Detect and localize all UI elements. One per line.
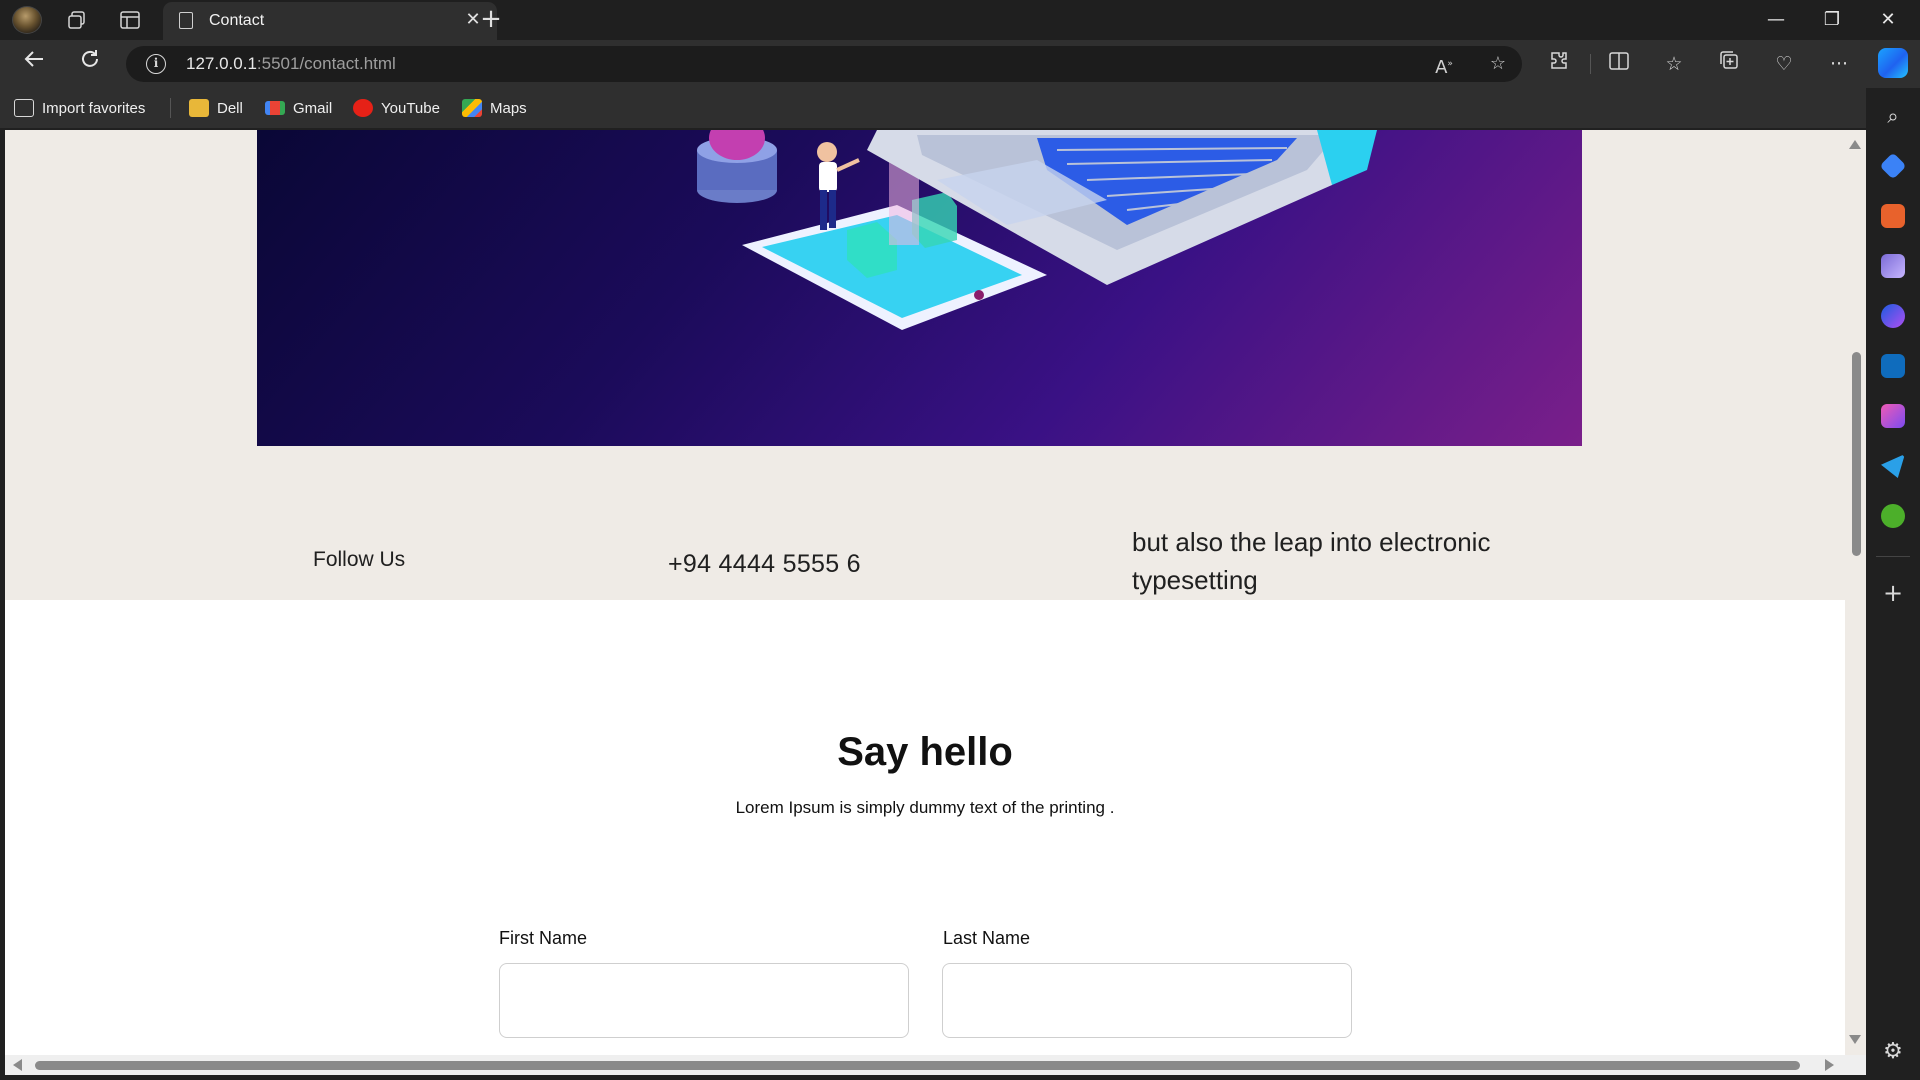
add-sidebar-item-icon[interactable]: +: [1881, 581, 1905, 606]
gmail-icon: [265, 101, 285, 115]
url-text[interactable]: 127.0.0.1:5501/contact.html: [186, 54, 396, 74]
info-section: Follow Us +94 4444 5555 6 but also the l…: [5, 130, 1845, 600]
phone-number: +94 4444 5555 6: [668, 550, 861, 578]
profile-avatar[interactable]: [12, 6, 42, 34]
favorites-bar: Import favorites Dell Gmail YouTube Maps: [0, 88, 1866, 128]
refresh-button[interactable]: [74, 48, 106, 80]
vertical-scroll-thumb[interactable]: [1852, 352, 1861, 556]
favorite-star-icon[interactable]: ☆: [1482, 52, 1514, 76]
close-window-button[interactable]: ✕: [1860, 0, 1916, 40]
folder-icon: [189, 99, 209, 117]
outlook-icon[interactable]: [1881, 354, 1905, 378]
contact-title: Say hello: [837, 730, 1013, 774]
last-name-label: Last Name: [943, 928, 1031, 948]
tree-icon[interactable]: [1881, 504, 1905, 528]
page-icon: [179, 12, 193, 29]
scroll-down-icon[interactable]: [1849, 1035, 1861, 1044]
first-name-label: First Name: [499, 928, 588, 948]
tab-contact[interactable]: Contact ✕: [163, 2, 497, 40]
more-options-icon[interactable]: ···: [1822, 48, 1856, 80]
address-bar[interactable]: i 127.0.0.1:5501/contact.html A» ☆: [126, 46, 1522, 82]
shopping-icon[interactable]: [1879, 152, 1907, 180]
scroll-right-icon[interactable]: [1825, 1059, 1834, 1071]
site-info-icon[interactable]: i: [146, 54, 166, 74]
follow-us-label: Follow Us: [313, 548, 406, 571]
coins-stack-icon: [697, 130, 777, 203]
youtube-icon: [353, 99, 373, 117]
scroll-up-icon[interactable]: [1849, 140, 1861, 149]
horizontal-scroll-thumb[interactable]: [35, 1061, 1800, 1070]
last-name-input[interactable]: [942, 963, 1352, 1038]
first-name-input[interactable]: [499, 963, 909, 1038]
workspaces-icon[interactable]: [62, 6, 92, 34]
fav-maps[interactable]: Maps: [462, 96, 527, 120]
browser-toolbar: i 127.0.0.1:5501/contact.html A» ☆ ☆ ♡ ·…: [0, 40, 1920, 88]
restore-button[interactable]: ❐: [1804, 0, 1860, 40]
hero-illustration: [257, 130, 1582, 446]
copilot-icon[interactable]: [1878, 48, 1908, 78]
designer-icon[interactable]: [1881, 404, 1905, 428]
vertical-scrollbar[interactable]: [1845, 130, 1866, 1055]
read-aloud-icon[interactable]: A»: [1428, 52, 1460, 78]
fav-import-favorites[interactable]: Import favorites: [14, 96, 145, 120]
new-tab-button[interactable]: +: [476, 5, 506, 35]
telegram-icon[interactable]: [1881, 454, 1905, 478]
sidebar-settings-icon[interactable]: ⚙: [1881, 1040, 1905, 1064]
fav-youtube[interactable]: YouTube: [353, 96, 440, 120]
copilot-sidebar-icon[interactable]: [1881, 304, 1905, 328]
tab-title: Contact: [209, 12, 265, 29]
browser-title-bar: Contact ✕ + — ❐ ✕: [0, 0, 1920, 40]
vertical-tabs-icon[interactable]: [115, 6, 145, 34]
import-icon: [14, 99, 34, 117]
split-screen-icon[interactable]: [1602, 48, 1636, 80]
search-icon[interactable]: ⌕: [1881, 104, 1905, 128]
maps-icon: [462, 99, 482, 117]
fav-dell[interactable]: Dell: [189, 96, 243, 120]
games-icon[interactable]: [1881, 254, 1905, 278]
scroll-left-icon[interactable]: [13, 1059, 22, 1071]
info-text: but also the leap into electronic typese…: [1132, 527, 1491, 595]
edge-sidebar: ⌕ + ⚙: [1866, 88, 1920, 1080]
tools-icon[interactable]: [1881, 204, 1905, 228]
browser-essentials-icon[interactable]: ♡: [1767, 48, 1801, 80]
minimize-button[interactable]: —: [1748, 0, 1804, 40]
back-button[interactable]: [18, 48, 50, 80]
favorites-icon[interactable]: ☆: [1657, 48, 1691, 80]
fav-gmail[interactable]: Gmail: [265, 96, 332, 120]
page-viewport: Follow Us +94 4444 5555 6 but also the l…: [5, 130, 1845, 1055]
contact-subtitle: Lorem Ipsum is simply dummy text of the …: [735, 798, 1115, 817]
collections-icon[interactable]: [1712, 48, 1746, 80]
extensions-icon[interactable]: [1542, 48, 1576, 80]
horizontal-scrollbar[interactable]: [5, 1055, 1866, 1075]
